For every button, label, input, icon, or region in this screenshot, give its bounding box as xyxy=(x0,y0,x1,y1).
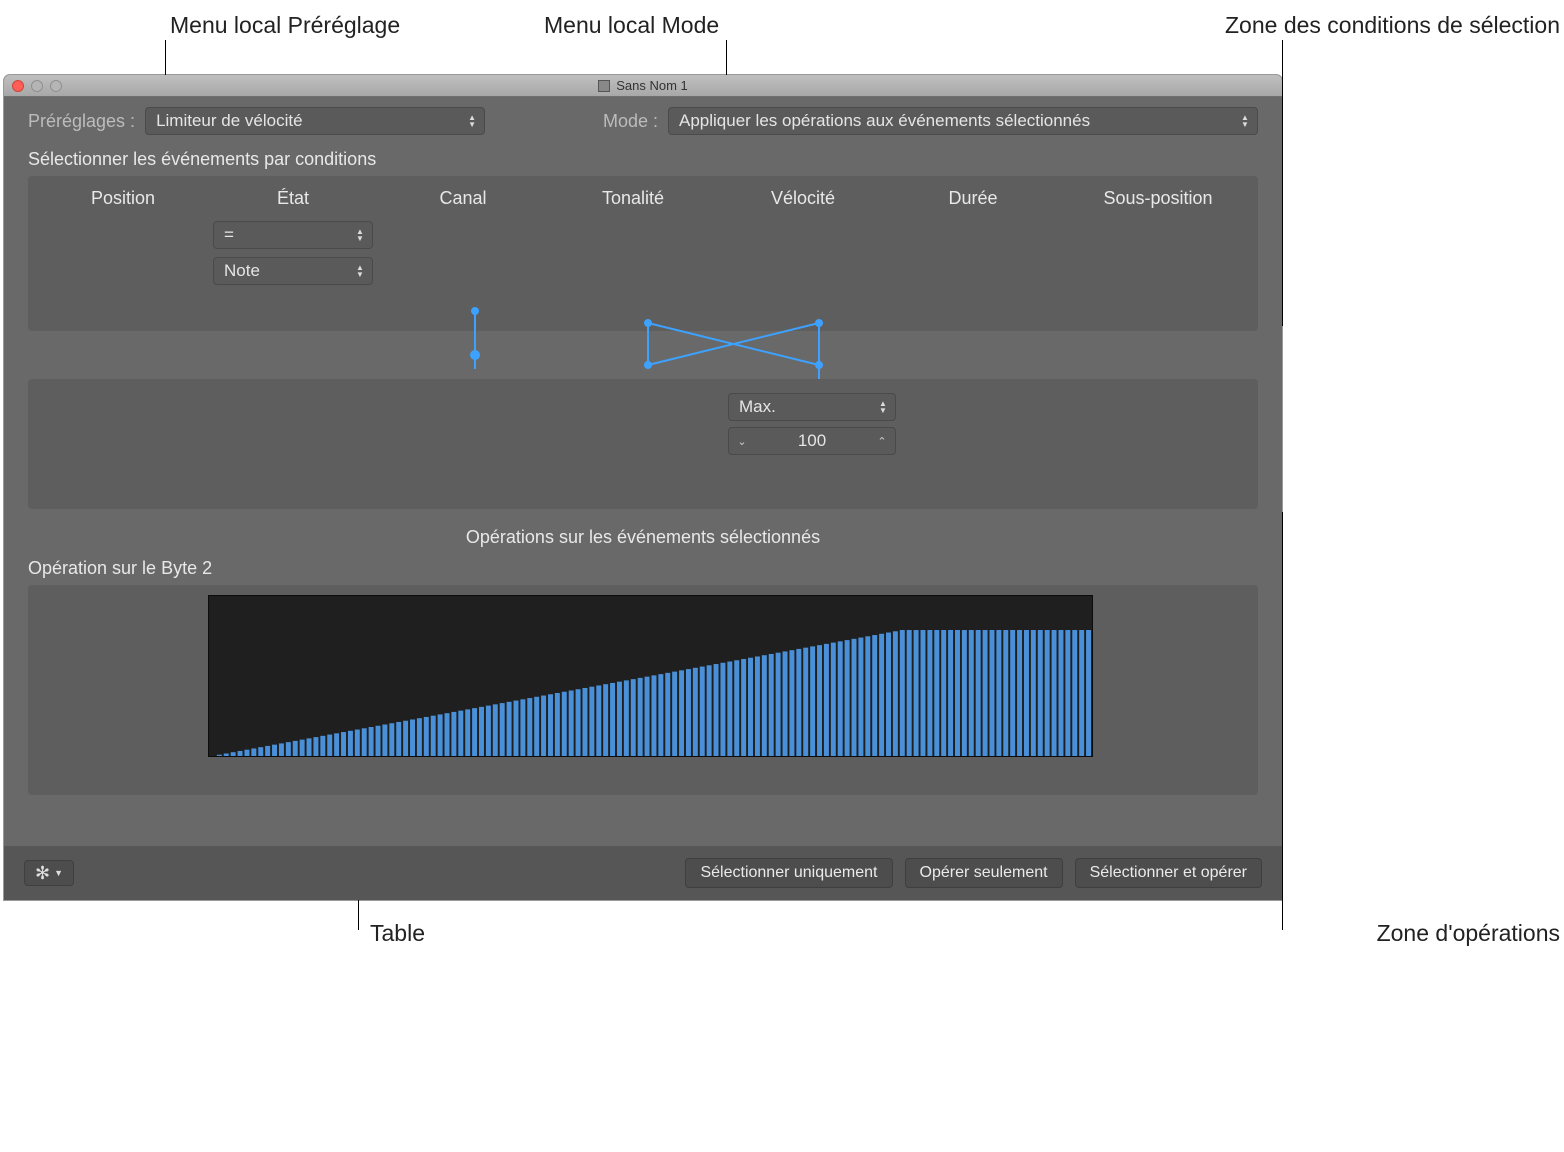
callout-mode-menu: Menu local Mode xyxy=(544,12,719,39)
callout-selection-zone: Zone des conditions de sélection xyxy=(1225,12,1560,39)
callout-table: Table xyxy=(370,920,425,947)
footer: ✻ ▼ Sélectionner uniquement Opérer seule… xyxy=(4,846,1282,900)
transform-window: Sans Nom 1 Préréglages : Limiteur de vél… xyxy=(4,75,1282,900)
byte2-graph-panel xyxy=(28,585,1258,795)
velocity-op-popup[interactable]: Max. ▲▼ xyxy=(728,393,896,421)
velocity-op-value: Max. xyxy=(739,397,776,417)
stepper-increment-icon[interactable]: ⌃ xyxy=(869,435,895,448)
gear-icon: ✻ xyxy=(35,863,50,884)
select-and-operate-button[interactable]: Sélectionner et opérer xyxy=(1075,858,1262,888)
velocity-value: 100 xyxy=(755,431,869,451)
stepper-decrement-icon[interactable]: ⌄ xyxy=(729,435,755,448)
callout-operations-zone: Zone d'opérations xyxy=(1377,920,1560,947)
velocity-value-stepper[interactable]: ⌄ 100 ⌃ xyxy=(728,427,896,455)
byte2-graph[interactable] xyxy=(208,595,1093,757)
callout-preset-menu: Menu local Préréglage xyxy=(170,12,400,39)
operations-panel: Max. ▲▼ ⌄ 100 ⌃ xyxy=(28,379,1258,509)
chevron-updown-icon: ▲▼ xyxy=(875,398,891,416)
operate-only-button[interactable]: Opérer seulement xyxy=(905,858,1063,888)
select-only-button[interactable]: Sélectionner uniquement xyxy=(685,858,892,888)
chevron-down-icon: ▼ xyxy=(54,868,63,878)
settings-menu-button[interactable]: ✻ ▼ xyxy=(24,860,74,886)
